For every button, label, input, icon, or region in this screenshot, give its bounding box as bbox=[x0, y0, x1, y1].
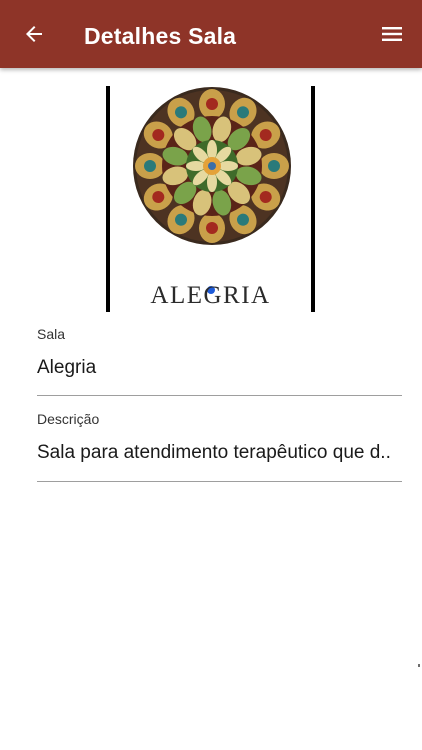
image-border-left bbox=[106, 86, 110, 312]
image-border-right bbox=[311, 86, 315, 312]
back-button[interactable] bbox=[14, 14, 54, 54]
mandala-illustration bbox=[133, 87, 291, 245]
image-caption: ALEGRIA bbox=[150, 282, 271, 309]
descricao-value[interactable]: Sala para atendimento terapêutico que d.… bbox=[37, 442, 402, 464]
hamburger-menu-icon bbox=[382, 27, 402, 41]
descricao-field[interactable]: Descrição Sala para atendimento terapêut… bbox=[37, 411, 402, 482]
app-bar: Detalhes Sala bbox=[0, 0, 422, 68]
descricao-label: Descrição bbox=[37, 411, 100, 427]
sala-field[interactable]: Sala Alegria bbox=[37, 326, 402, 396]
page-title: Detalhes Sala bbox=[84, 23, 237, 49]
room-image: ALEGRIA bbox=[106, 86, 315, 312]
menu-button[interactable] bbox=[372, 14, 412, 54]
sala-label: Sala bbox=[37, 326, 66, 342]
scroll-indicator bbox=[418, 664, 420, 667]
sala-value[interactable]: Alegria bbox=[37, 357, 402, 379]
arrow-back-icon bbox=[26, 26, 42, 42]
